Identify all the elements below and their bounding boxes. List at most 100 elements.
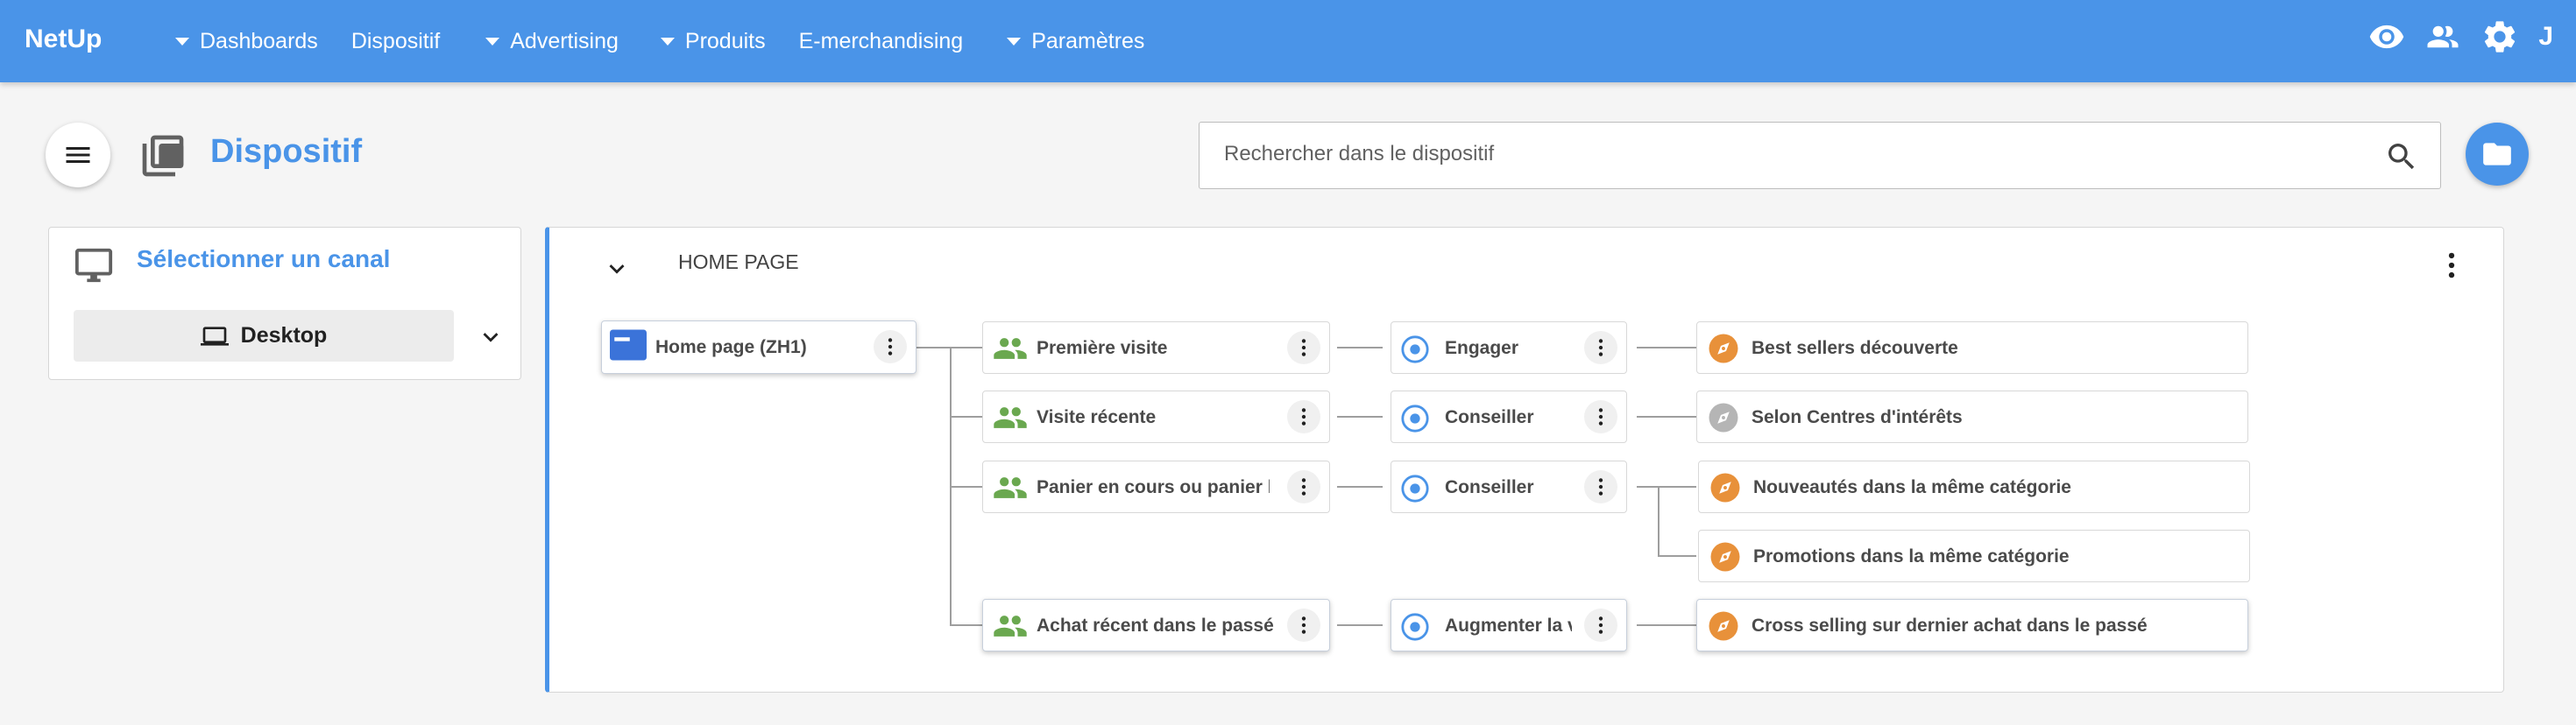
node-label: Cross selling sur dernier achat dans le … — [1752, 616, 2148, 636]
more-vert-icon[interactable] — [1584, 609, 1617, 642]
nav-parametres[interactable]: Paramètres — [1007, 29, 1144, 54]
more-vert-icon[interactable] — [1584, 400, 1617, 433]
connector-line — [1658, 486, 1660, 556]
page-title: Dispositif — [210, 133, 363, 170]
user-avatar-initial[interactable]: J — [2538, 22, 2553, 52]
more-vert-icon[interactable] — [2435, 249, 2468, 286]
page-icon — [610, 329, 647, 365]
caret-down-icon — [485, 37, 500, 46]
brand-logo[interactable]: NetUp — [25, 25, 102, 54]
main-nav: Dashboards Dispositif Advertising Produi… — [175, 0, 1178, 82]
node-label: Nouveautés dans la même catégorie — [1753, 477, 2071, 497]
more-vert-icon[interactable] — [1584, 331, 1617, 364]
more-vert-icon[interactable] — [874, 330, 907, 363]
caret-down-icon — [175, 37, 189, 46]
channel-select-value: Desktop — [240, 323, 328, 348]
target-icon — [1400, 612, 1430, 646]
users-icon[interactable] — [2424, 18, 2461, 55]
connector-line — [1637, 347, 1696, 348]
scenario-node[interactable]: Best sellers découverte — [1696, 321, 2248, 374]
objective-node[interactable]: Augmenter la v — [1391, 599, 1627, 651]
connector-line — [1337, 624, 1383, 626]
channel-title: Sélectionner un canal — [137, 245, 391, 272]
more-vert-icon[interactable] — [1287, 609, 1320, 642]
more-vert-icon[interactable] — [1287, 470, 1320, 503]
caret-down-icon — [660, 37, 675, 46]
node-label: Augmenter la v — [1445, 616, 1572, 636]
node-label: Promotions dans la même catégorie — [1753, 546, 2070, 567]
layers-icon — [138, 131, 188, 185]
segment-node[interactable]: Panier en cours ou panier lo — [982, 461, 1330, 513]
tree-title: HOME PAGE — [678, 250, 799, 273]
connector-line — [1637, 416, 1696, 418]
scenario-node[interactable]: Nouveautés dans la même catégorie — [1698, 461, 2250, 513]
eye-icon[interactable] — [2368, 18, 2405, 55]
node-label: Home page (ZH1) — [655, 337, 807, 357]
menu-button[interactable] — [46, 123, 110, 187]
search-icon[interactable] — [2384, 139, 2419, 179]
nav-label: Advertising — [510, 28, 619, 53]
compass-icon — [1708, 610, 1739, 646]
connector-line — [1637, 624, 1696, 626]
compass-icon — [1708, 333, 1739, 369]
target-icon — [1400, 334, 1430, 369]
scenario-node[interactable]: Selon Centres d'intérêts — [1696, 391, 2248, 443]
node-label: Visite récente — [1037, 407, 1157, 427]
connector-line — [950, 486, 982, 488]
objective-node[interactable]: Conseiller — [1391, 391, 1627, 443]
nav-label: Dashboards — [200, 28, 318, 53]
scenario-node[interactable]: Promotions dans la même catégorie — [1698, 530, 2250, 582]
people-icon — [992, 334, 1029, 368]
nav-label: Dispositif — [350, 28, 441, 53]
more-vert-icon[interactable] — [1287, 331, 1320, 364]
folder-icon — [2483, 143, 2511, 165]
laptop-icon — [200, 326, 229, 346]
nav-label: Produits — [684, 28, 766, 53]
objective-node[interactable]: Engager — [1391, 321, 1627, 374]
segment-node[interactable]: Achat récent dans le passé — [982, 599, 1330, 651]
chevron-down-icon[interactable] — [476, 322, 506, 356]
monitor-icon — [74, 245, 114, 290]
connector-line — [1337, 416, 1383, 418]
nav-dashboards[interactable]: Dashboards — [175, 29, 318, 54]
segment-node[interactable]: Visite récente — [982, 391, 1330, 443]
nav-advertising[interactable]: Advertising — [485, 29, 619, 54]
scenario-node[interactable]: Cross selling sur dernier achat dans le … — [1696, 599, 2248, 651]
chevron-down-icon[interactable] — [602, 254, 632, 288]
connector-line — [1337, 486, 1383, 488]
nav-e-merchandising[interactable]: E-merchandising — [799, 29, 964, 54]
search-input[interactable] — [1224, 130, 2363, 179]
placement-node-home-page[interactable]: Home page (ZH1) — [601, 320, 916, 374]
target-icon — [1400, 404, 1430, 438]
node-label: Engager — [1445, 338, 1519, 358]
people-icon — [992, 473, 1029, 507]
channel-select[interactable]: Desktop — [74, 310, 454, 362]
node-label: Best sellers découverte — [1752, 338, 1958, 358]
objective-node[interactable]: Conseiller — [1391, 461, 1627, 513]
folder-button[interactable] — [2466, 123, 2529, 186]
node-label: Conseiller — [1445, 407, 1534, 427]
node-label: Première visite — [1037, 338, 1168, 358]
top-app-bar: NetUp Dashboards Dispositif Advertising … — [0, 0, 2576, 82]
channel-selector-card: Sélectionner un canal Desktop — [48, 227, 521, 380]
more-vert-icon[interactable] — [1584, 470, 1617, 503]
connector-line — [1658, 555, 1696, 557]
connector-line — [950, 624, 982, 626]
node-label: Selon Centres d'intérêts — [1752, 407, 1963, 427]
compass-icon — [1709, 541, 1741, 577]
nav-produits[interactable]: Produits — [660, 28, 766, 54]
node-label: Conseiller — [1445, 477, 1534, 497]
target-icon — [1400, 474, 1430, 508]
compass-icon — [1709, 472, 1741, 508]
segment-node[interactable]: Première visite — [982, 321, 1330, 374]
people-icon — [992, 611, 1029, 645]
people-icon — [992, 403, 1029, 437]
caret-down-icon — [1007, 37, 1022, 46]
nav-dispositif[interactable]: Dispositif — [351, 29, 440, 54]
gear-icon[interactable] — [2480, 18, 2519, 56]
node-label: Achat récent dans le passé — [1037, 616, 1274, 636]
nav-label: Paramètres — [1031, 28, 1145, 53]
hamburger-icon — [66, 147, 90, 163]
more-vert-icon[interactable] — [1287, 400, 1320, 433]
connector-line — [1337, 347, 1383, 348]
